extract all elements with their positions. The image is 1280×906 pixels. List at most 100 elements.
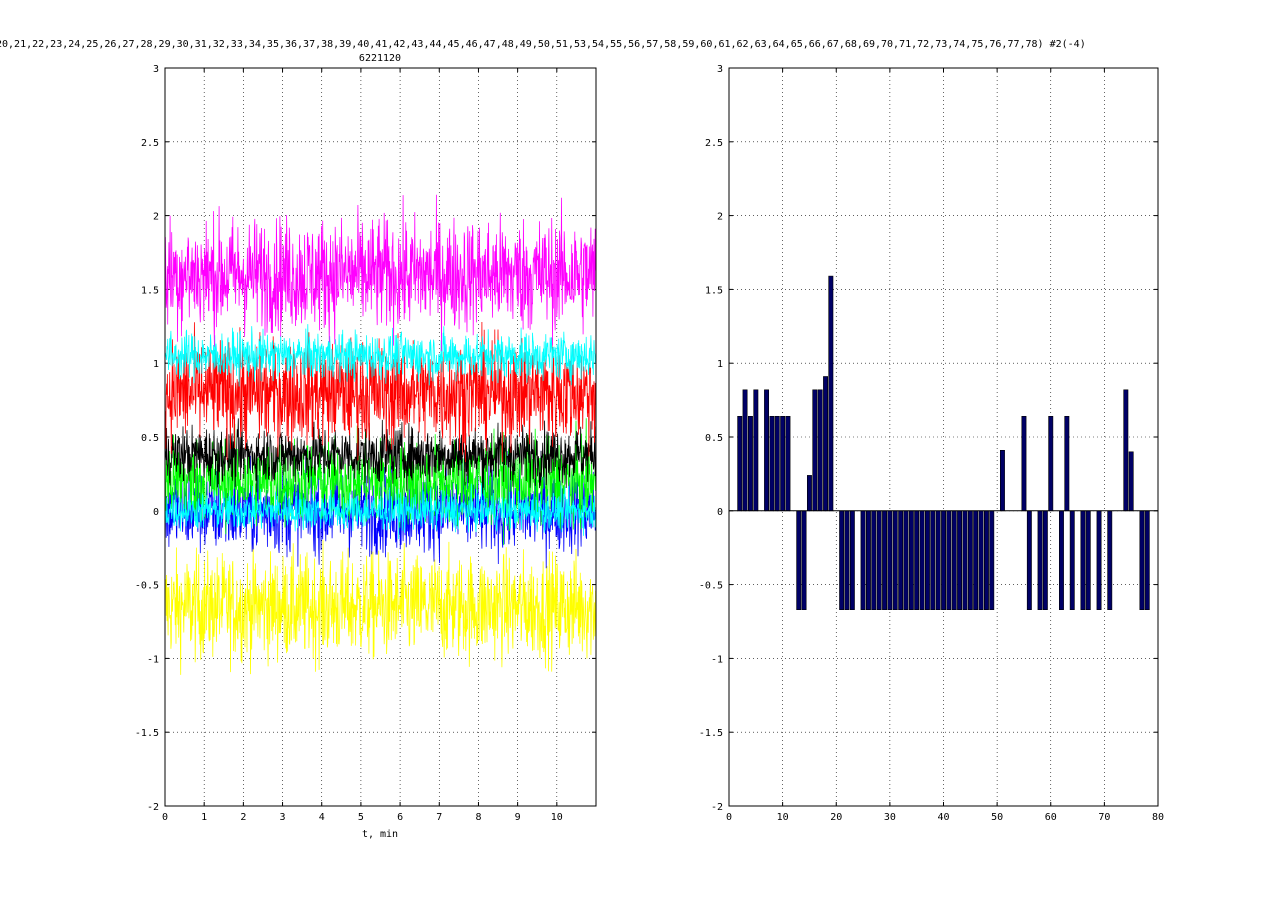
right-x-tick-label: 10 (777, 812, 789, 823)
figure-title-line: 20,21,22,23,24,25,26,27,28,29,30,31,32,3… (0, 39, 1086, 50)
bar-35 (914, 510, 920, 610)
right-y-tick-label: -1.5 (699, 728, 723, 739)
bar-31 (892, 510, 898, 610)
bar-22 (844, 510, 850, 610)
bar-66 (1080, 510, 1086, 610)
bar-16 (812, 389, 818, 512)
time-series-plot: 0 1 2 3 4 5 6 7 8 9 10 -2 -1.5 -1 -0.5 0 0.5 1 1.5 2 2.5 3 (135, 64, 597, 823)
bar-56 (1026, 510, 1032, 610)
x-axis-label: t, min (362, 829, 398, 840)
bar-8 (769, 415, 775, 512)
bar-69 (1096, 510, 1102, 610)
figure-canvas: 20,21,22,23,24,25,26,27,28,29,30,31,32,3… (0, 39, 1164, 840)
bar-33 (903, 510, 909, 610)
bar-plot: 0 10 20 30 40 50 60 70 80 -2 -1.5 -1 -0.5 0 0.5 1 1.5 2 2.… (699, 64, 1164, 823)
bar-48 (983, 510, 989, 610)
bar-28 (876, 510, 882, 610)
right-y-tick-label: 0.5 (705, 433, 723, 444)
left-x-tick-label: 7 (436, 812, 442, 823)
bar-75 (1128, 451, 1134, 512)
left-x-tick-label: 6 (397, 812, 403, 823)
bar-18 (823, 376, 829, 512)
bar-63 (1064, 415, 1070, 512)
right-y-tick-label: -1 (711, 654, 723, 665)
bar-5 (753, 389, 759, 512)
right-y-tick-label: 2.5 (705, 138, 723, 149)
right-y-tick-label: 2 (717, 212, 723, 223)
bar-2 (737, 415, 743, 512)
bar-49 (989, 510, 995, 610)
bar-14 (801, 510, 807, 610)
right-x-tick-label: 80 (1152, 812, 1164, 823)
right-y-tick-label: -2 (711, 802, 723, 813)
bar-58 (1037, 510, 1043, 610)
left-x-tick-label: 10 (551, 812, 563, 823)
right-x-tick-label: 20 (830, 812, 842, 823)
left-y-tick-label: 1.5 (141, 285, 159, 296)
bar-60 (1048, 415, 1054, 512)
right-x-tick-label: 30 (884, 812, 896, 823)
right-x-tick-label: 60 (1045, 812, 1057, 823)
bar-26 (865, 510, 871, 610)
bar-74 (1123, 389, 1129, 512)
bar-34 (908, 510, 914, 610)
bar-40 (941, 510, 947, 610)
bar-64 (1069, 510, 1075, 610)
left-y-tick-label: -1.5 (135, 728, 159, 739)
left-x-tick-label: 1 (201, 812, 207, 823)
bar-51 (999, 449, 1005, 512)
left-y-tick-label: 3 (153, 64, 159, 75)
left-y-tick-label: 2 (153, 212, 159, 223)
bar-67 (1085, 510, 1091, 610)
left-x-tick-label: 3 (280, 812, 286, 823)
bar-15 (806, 475, 812, 512)
left-x-tick-label: 9 (515, 812, 521, 823)
bar-23 (849, 510, 855, 610)
right-x-tick-label: 0 (726, 812, 732, 823)
bar-17 (817, 389, 823, 512)
right-x-tick-label: 40 (937, 812, 949, 823)
left-y-tick-label: -2 (147, 802, 159, 813)
bar-47 (978, 510, 984, 610)
bar-71 (1107, 510, 1113, 610)
bar-38 (930, 510, 936, 610)
right-y-tick-label: 1 (717, 359, 723, 370)
left-y-tick-label: -1 (147, 654, 159, 665)
bar-55 (1021, 415, 1027, 512)
bar-21 (839, 510, 845, 610)
bar-43 (957, 510, 963, 610)
right-x-tick-label: 70 (1098, 812, 1110, 823)
bar-13 (796, 510, 802, 610)
bar-3 (742, 389, 748, 512)
left-y-tick-label: 1 (153, 359, 159, 370)
bar-19 (828, 275, 834, 512)
bar-30 (887, 510, 893, 610)
bar-59 (1042, 510, 1048, 610)
left-y-tick-label: -0.5 (135, 581, 159, 592)
bar-37 (924, 510, 930, 610)
bar-45 (967, 510, 973, 610)
bar-42 (951, 510, 957, 610)
bar-11 (785, 415, 791, 512)
left-y-tick-label: 0.5 (141, 433, 159, 444)
right-y-tick-label: 1.5 (705, 285, 723, 296)
bar-25 (860, 510, 866, 610)
bar-41 (946, 510, 952, 610)
bar-10 (780, 415, 786, 512)
bar-44 (962, 510, 968, 610)
bar-4 (747, 415, 753, 512)
bar-7 (764, 389, 770, 512)
left-x-tick-label: 0 (162, 812, 168, 823)
bar-46 (973, 510, 979, 610)
left-x-tick-label: 2 (240, 812, 246, 823)
bar-29 (882, 510, 888, 610)
left-x-tick-label: 8 (475, 812, 481, 823)
left-y-tick-label: 0 (153, 507, 159, 518)
bar-27 (871, 510, 877, 610)
bar-32 (898, 510, 904, 610)
figure-subtitle: 6221120 (359, 53, 401, 64)
right-y-tick-label: -0.5 (699, 581, 723, 592)
bar-36 (919, 510, 925, 610)
left-x-tick-label: 5 (358, 812, 364, 823)
left-x-tick-label: 4 (319, 812, 325, 823)
